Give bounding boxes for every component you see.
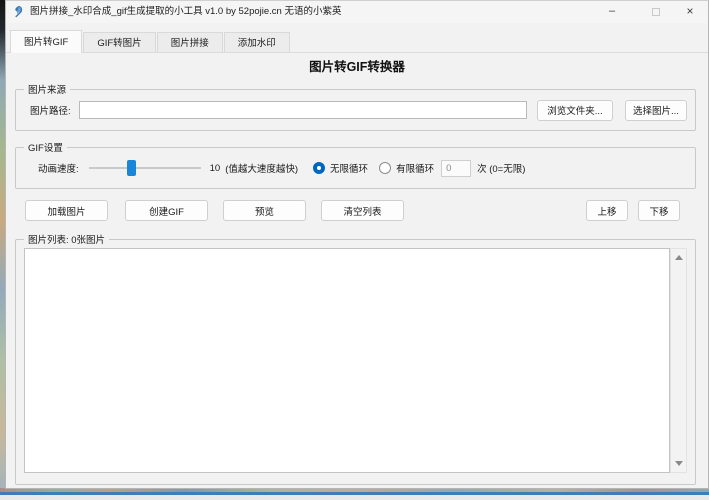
move-up-button[interactable]: 上移 [586, 200, 628, 221]
image-source-group-title: 图片来源 [24, 82, 70, 96]
window-title: 图片拼接_水印合成_gif生成提取的小工具 v1.0 by 52pojie.cn… [30, 1, 341, 23]
animation-speed-hint: (值越大速度越快) [225, 161, 298, 175]
scroll-down-triangle [675, 461, 683, 466]
maximize-button[interactable] [647, 1, 665, 23]
loop-finite-option[interactable]: 有限循环 [379, 161, 434, 175]
image-list-group-title: 图片列表: 0张图片 [24, 232, 109, 246]
scroll-down-icon[interactable] [671, 456, 686, 471]
loop-count-suffix: 次 (0=无限) [477, 161, 525, 175]
loop-finite-label: 有限循环 [396, 161, 434, 175]
minimize-button[interactable]: – [603, 1, 621, 23]
page-title: 图片转GIF转换器 [6, 56, 708, 75]
app-window: 图片拼接_水印合成_gif生成提取的小工具 v1.0 by 52pojie.cn… [5, 0, 709, 489]
action-button-row: 加载图片 创建GIF 预览 清空列表 上移 下移 [6, 200, 708, 221]
image-path-input[interactable] [79, 101, 527, 119]
scroll-up-icon[interactable] [671, 250, 686, 265]
animation-speed-value: 10 [210, 163, 221, 174]
app-python-feather-icon [12, 5, 25, 18]
notebook-pane-edge [6, 52, 708, 53]
image-path-label: 图片路径: [30, 103, 71, 117]
image-path-row: 图片路径: 浏览文件夹... 选择图片... [16, 90, 695, 130]
maximize-icon [652, 8, 660, 16]
loop-infinite-option[interactable]: 无限循环 [313, 161, 368, 175]
select-images-button[interactable]: 选择图片... [625, 100, 687, 121]
image-list-group: 图片列表: 0张图片 [15, 239, 696, 485]
tab-gif-to-image[interactable]: GIF转图片 [83, 32, 155, 53]
image-source-group: 图片来源 图片路径: 浏览文件夹... 选择图片... [15, 89, 696, 131]
tab-add-watermark[interactable]: 添加水印 [224, 32, 290, 53]
create-gif-button[interactable]: 创建GIF [125, 200, 208, 221]
radio-selected-icon[interactable] [313, 162, 325, 174]
animation-speed-label: 动画速度: [38, 161, 79, 175]
tab-bar: 图片转GIF GIF转图片 图片拼接 添加水印 [10, 30, 291, 53]
slider-thumb[interactable] [127, 160, 136, 176]
move-down-button[interactable]: 下移 [638, 200, 680, 221]
image-list-scrollbar[interactable] [670, 248, 687, 473]
preview-button[interactable]: 预览 [223, 200, 306, 221]
gif-settings-row: 动画速度: 10 (值越大速度越快) 无限循环 有限循环 次 (0=无限) [16, 148, 695, 188]
image-listbox[interactable] [24, 248, 670, 473]
animation-speed-slider[interactable] [89, 159, 201, 177]
loop-infinite-label: 无限循环 [330, 161, 368, 175]
title-bar[interactable]: 图片拼接_水印合成_gif生成提取的小工具 v1.0 by 52pojie.cn… [6, 1, 708, 23]
desktop-wallpaper-bottom [0, 488, 709, 500]
gif-settings-group: GIF设置 动画速度: 10 (值越大速度越快) 无限循环 有限循环 次 (0=… [15, 147, 696, 189]
slider-track[interactable] [89, 167, 201, 169]
scroll-up-triangle [675, 255, 683, 260]
radio-unselected-icon[interactable] [379, 162, 391, 174]
close-button[interactable]: × [681, 1, 699, 23]
tab-image-to-gif[interactable]: 图片转GIF [10, 30, 82, 53]
clear-list-button[interactable]: 清空列表 [321, 200, 404, 221]
taskbar [0, 495, 709, 500]
loop-count-input[interactable] [441, 160, 471, 177]
tab-image-stitch[interactable]: 图片拼接 [157, 32, 223, 53]
gif-settings-group-title: GIF设置 [24, 140, 67, 154]
browse-folder-button[interactable]: 浏览文件夹... [537, 100, 613, 121]
load-images-button[interactable]: 加载图片 [25, 200, 108, 221]
